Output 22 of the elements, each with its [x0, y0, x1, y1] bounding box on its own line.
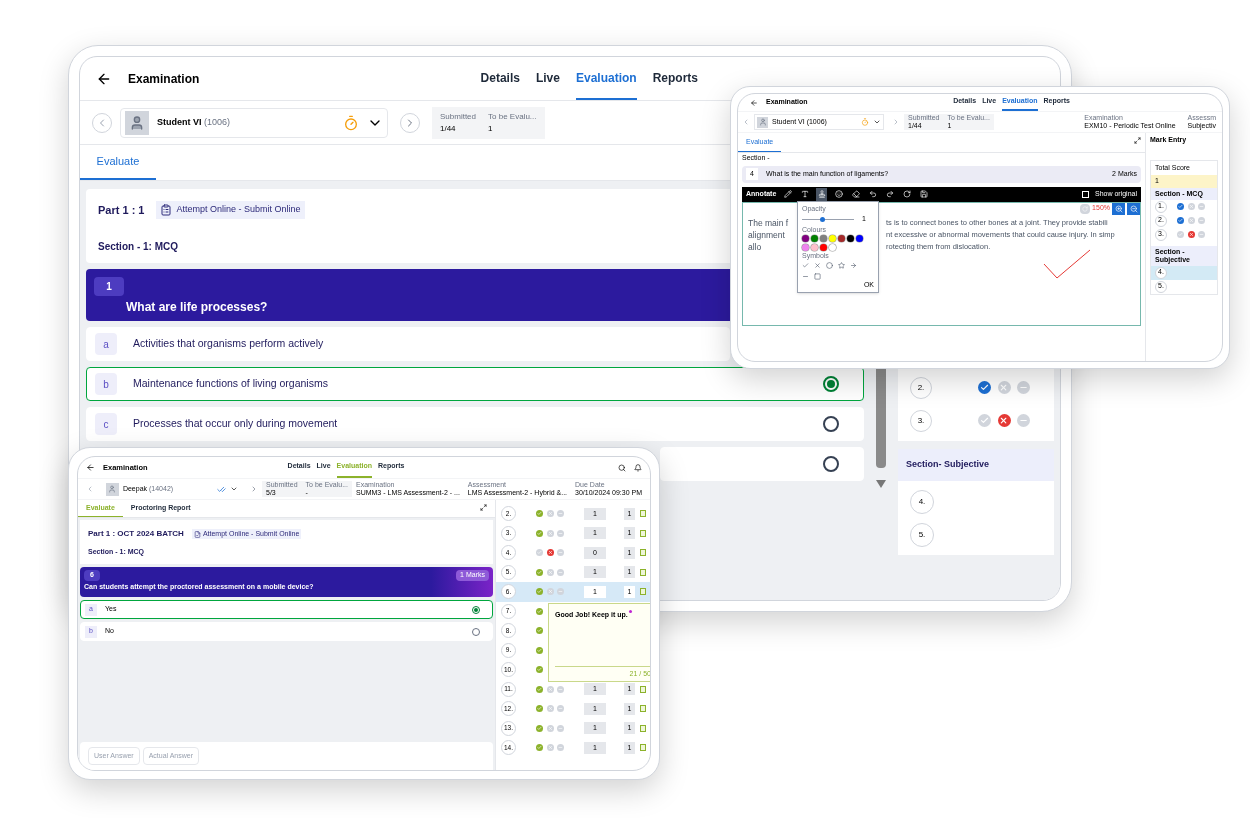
part-title: Part 1 : OCT 2024 BATCH — [88, 528, 184, 540]
part-title: Part 1 : 1 — [98, 202, 145, 218]
option-letter: c — [95, 413, 117, 435]
option-letter: b — [95, 373, 117, 395]
option-text: Maintenance functions of living organisms — [133, 376, 328, 392]
answer-text: The main f — [748, 216, 790, 229]
section-header: Section- Subjective — [898, 449, 1054, 481]
page-title: Examination — [128, 70, 200, 88]
answer-text: allo — [748, 240, 763, 253]
stat-label: To be Evalu... — [488, 110, 537, 123]
answer-text: alignment — [748, 228, 786, 241]
question-number: 1 — [94, 277, 124, 296]
stat-value: 1 — [488, 122, 494, 135]
stat-value: 1/44 — [440, 122, 457, 135]
option-letter: a — [95, 333, 117, 355]
stat-label: Submitted — [440, 110, 477, 123]
option-text: Activities that organisms perform actively — [133, 336, 324, 352]
mode-chip: Attempt Online - Submit Online — [156, 201, 305, 219]
section-title: Section - 1: MCQ — [98, 239, 178, 254]
student-name: Student VI (1006) — [157, 115, 231, 129]
question-text: What are life processes? — [126, 299, 268, 316]
option-text: Processes that occur only during movement — [133, 416, 338, 432]
